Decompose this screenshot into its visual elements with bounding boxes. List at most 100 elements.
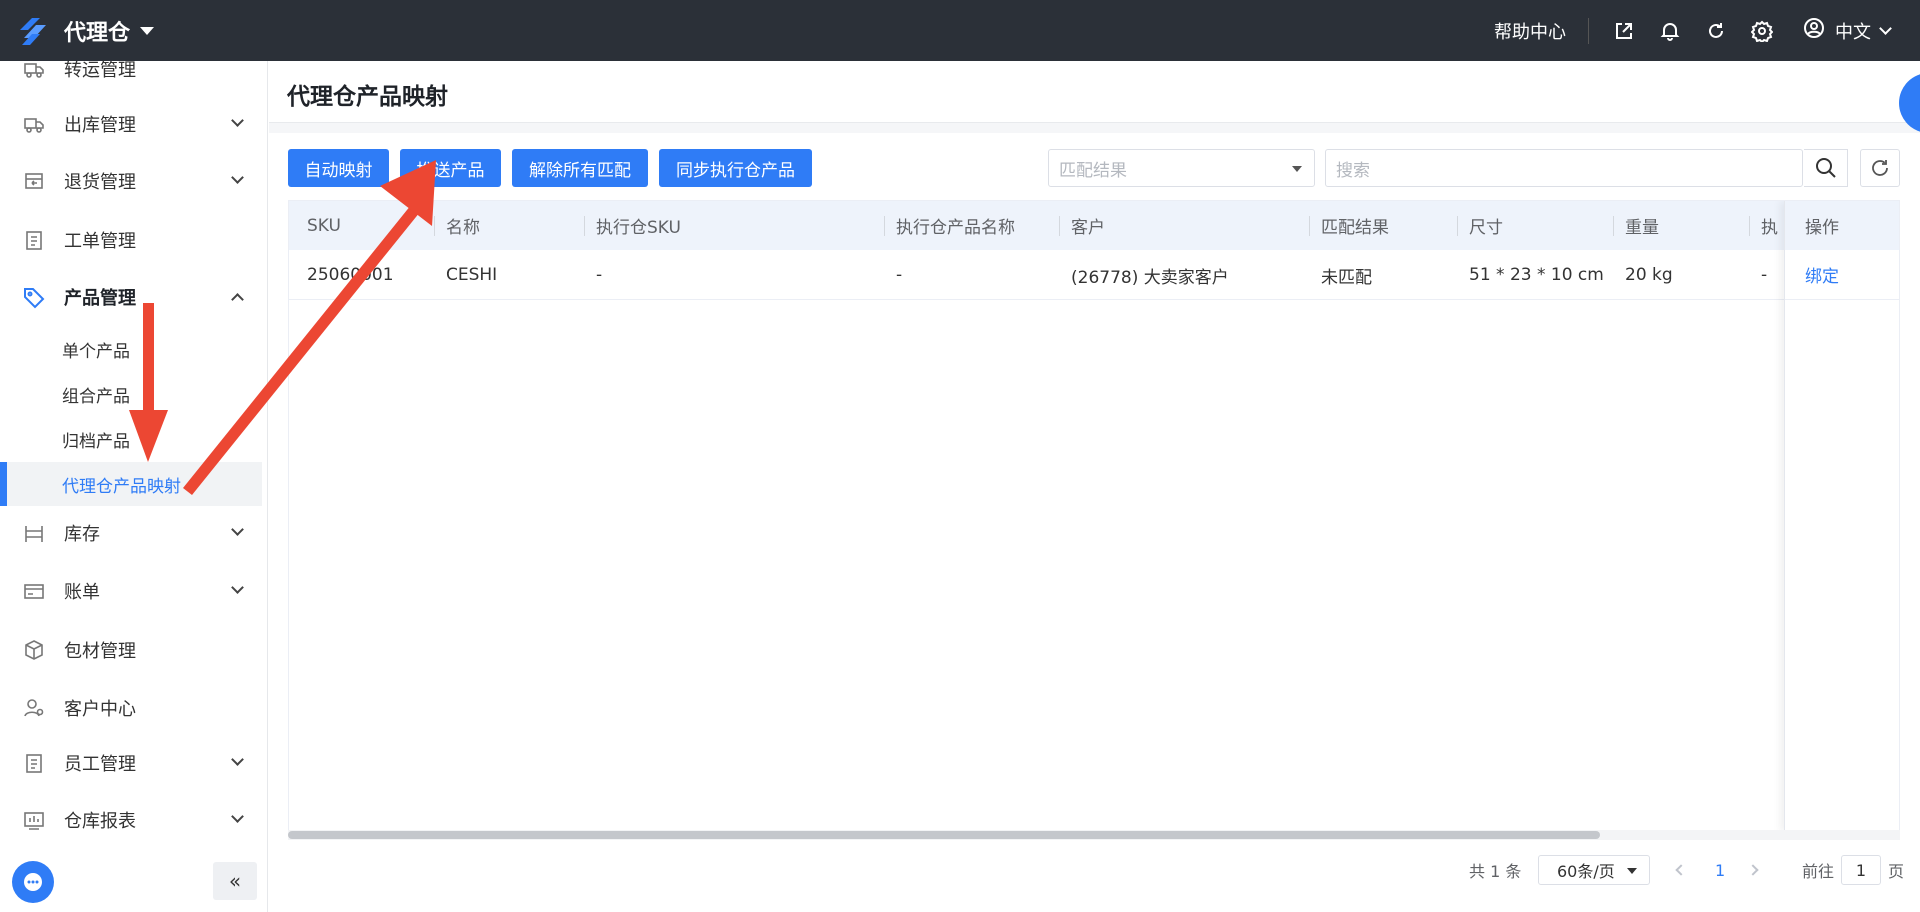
- sidebar-subitem-archived-product[interactable]: 归档产品: [0, 417, 262, 461]
- clipboard-icon: [22, 228, 46, 252]
- chevron-down-icon: [231, 523, 244, 536]
- page-suffix: 页: [1888, 862, 1905, 881]
- top-bar: 代理仓 帮助中心 中文: [0, 0, 1920, 61]
- prev-page-button[interactable]: [1675, 855, 1687, 885]
- sidebar-subitem-single-product[interactable]: 单个产品: [0, 327, 262, 371]
- sidebar-subitem-agent-mapping[interactable]: 代理仓产品映射: [0, 462, 262, 506]
- return-box-icon: [22, 169, 46, 193]
- chat-icon: [24, 873, 42, 891]
- page-title: 代理仓产品映射: [287, 84, 448, 110]
- tag-icon: [22, 285, 46, 309]
- search-button[interactable]: [1804, 149, 1848, 187]
- export-icon[interactable]: [1613, 20, 1635, 42]
- sidebar-item-inventory[interactable]: 库存: [0, 511, 262, 555]
- app-title: 代理仓: [64, 20, 131, 46]
- table-refresh-button[interactable]: [1860, 149, 1900, 187]
- cell-sku: 25060001: [307, 265, 394, 285]
- column-header-sku[interactable]: SKU: [295, 201, 440, 250]
- cell-size: 51 * 23 * 10 cm: [1469, 265, 1604, 285]
- table-row: 25060001 CESHI - - (26778) 大卖家客户 未匹配 51 …: [289, 250, 1899, 300]
- help-center-link[interactable]: 帮助中心: [1472, 17, 1589, 44]
- notification-bell-icon[interactable]: [1659, 20, 1681, 42]
- sidebar-item-customers[interactable]: 客户中心: [0, 686, 262, 730]
- sidebar-item-reports[interactable]: 仓库报表: [0, 798, 262, 842]
- chevron-right-icon: [1747, 864, 1759, 876]
- bind-link[interactable]: 绑定: [1785, 250, 1899, 300]
- sidebar-item-packaging[interactable]: 包材管理: [0, 628, 262, 672]
- refresh-icon: [1872, 160, 1888, 176]
- truck-transfer-icon: [22, 61, 46, 81]
- chevron-up-icon: [231, 293, 244, 306]
- next-page-button[interactable]: [1747, 855, 1759, 885]
- card-icon: [22, 579, 46, 603]
- column-header-exec-extra[interactable]: 执: [1749, 201, 1789, 250]
- warehouse-shelf-icon: [22, 521, 46, 545]
- app-switcher[interactable]: 代理仓: [18, 15, 155, 47]
- sidebar-item-billing[interactable]: 账单: [0, 569, 262, 613]
- column-header-size[interactable]: 尺寸: [1457, 201, 1613, 250]
- search-icon: [1815, 158, 1836, 178]
- cell-exec-name: -: [896, 265, 903, 285]
- column-header-customer[interactable]: 客户: [1059, 201, 1309, 250]
- sidebar: 转运管理 出库管理 退货管理 工单管理 产品管理 单个产品 组合产品 归档产品 …: [0, 61, 268, 912]
- cell-exec-sku: -: [596, 265, 603, 285]
- table-header: SKU 名称 执行仓SKU 执行仓产品名称 客户 匹配结果 尺寸 重量 执: [289, 201, 1899, 250]
- sidebar-item-work-orders[interactable]: 工单管理: [0, 218, 262, 262]
- column-header-match-result[interactable]: 匹配结果: [1309, 201, 1457, 250]
- unmatch-all-button[interactable]: 解除所有匹配: [512, 149, 648, 187]
- column-header-exec-name[interactable]: 执行仓产品名称: [884, 201, 1059, 250]
- horizontal-scrollbar[interactable]: [288, 830, 1900, 840]
- page-size-value: 60条/页: [1557, 862, 1615, 881]
- fixed-action-column: 操作 绑定: [1784, 201, 1899, 830]
- content-panel: 自动映射 推送产品 解除所有匹配 同步执行仓产品 匹配结果 搜索 SKU 名称 …: [269, 133, 1920, 912]
- column-header-label: 匹配结果: [1321, 218, 1389, 238]
- settings-gear-icon[interactable]: [1751, 20, 1773, 42]
- column-header-label: 名称: [446, 218, 480, 238]
- caret-down-icon: [1292, 166, 1302, 172]
- sidebar-item-transfer[interactable]: 转运管理: [0, 61, 262, 91]
- chat-support-button[interactable]: [12, 861, 54, 903]
- sidebar-subitem-combo-product[interactable]: 组合产品: [0, 372, 262, 416]
- push-products-button[interactable]: 推送产品: [400, 149, 501, 187]
- sidebar-item-returns[interactable]: 退货管理: [0, 159, 262, 203]
- page-size-select[interactable]: 60条/页: [1538, 855, 1650, 885]
- chevron-down-icon: [231, 171, 244, 184]
- column-header-label: 执行仓产品名称: [896, 218, 1015, 238]
- sidebar-item-products[interactable]: 产品管理: [0, 275, 262, 319]
- goto-page-input[interactable]: 1: [1841, 855, 1881, 885]
- user-icon: [1803, 17, 1825, 44]
- scrollbar-thumb[interactable]: [288, 831, 1600, 839]
- caret-down-icon: [140, 26, 155, 35]
- chevron-down-icon: [231, 810, 244, 823]
- page-number-current[interactable]: 1: [1715, 855, 1725, 885]
- column-header-label: 执行仓SKU: [596, 218, 681, 238]
- column-header-exec-sku[interactable]: 执行仓SKU: [584, 201, 884, 250]
- package-icon: [22, 638, 46, 662]
- cell-name: CESHI: [446, 265, 498, 285]
- search-input[interactable]: 搜索: [1325, 149, 1803, 187]
- sync-exec-products-button[interactable]: 同步执行仓产品: [659, 149, 812, 187]
- report-icon: [22, 808, 46, 832]
- auto-map-button[interactable]: 自动映射: [288, 149, 389, 187]
- cell-match-result: 未匹配: [1321, 267, 1372, 288]
- match-result-select[interactable]: 匹配结果: [1048, 149, 1315, 187]
- language-switcher[interactable]: 中文: [1803, 17, 1892, 44]
- refresh-icon[interactable]: [1705, 20, 1727, 42]
- customer-icon: [22, 696, 46, 720]
- staff-icon: [22, 751, 46, 775]
- double-chevron-left-icon: «: [228, 869, 242, 893]
- page-header: 代理仓产品映射: [269, 61, 1920, 123]
- cell-customer: (26778) 大卖家客户: [1071, 267, 1229, 288]
- sidebar-item-staff[interactable]: 员工管理: [0, 741, 262, 785]
- sidebar-subitem-label: 代理仓产品映射: [62, 476, 181, 497]
- delivery-truck-icon: [22, 112, 46, 136]
- column-header-weight[interactable]: 重量: [1613, 201, 1749, 250]
- collapse-sidebar-button[interactable]: «: [213, 862, 257, 900]
- column-header-label: 尺寸: [1469, 218, 1503, 238]
- chevron-down-icon: [231, 114, 244, 127]
- column-header-name[interactable]: 名称: [434, 201, 584, 250]
- cell-exec-extra: -: [1761, 265, 1768, 285]
- sidebar-item-outbound[interactable]: 出库管理: [0, 102, 262, 146]
- total-count: 共 1 条: [1469, 862, 1522, 881]
- chevron-left-icon: [1675, 864, 1687, 876]
